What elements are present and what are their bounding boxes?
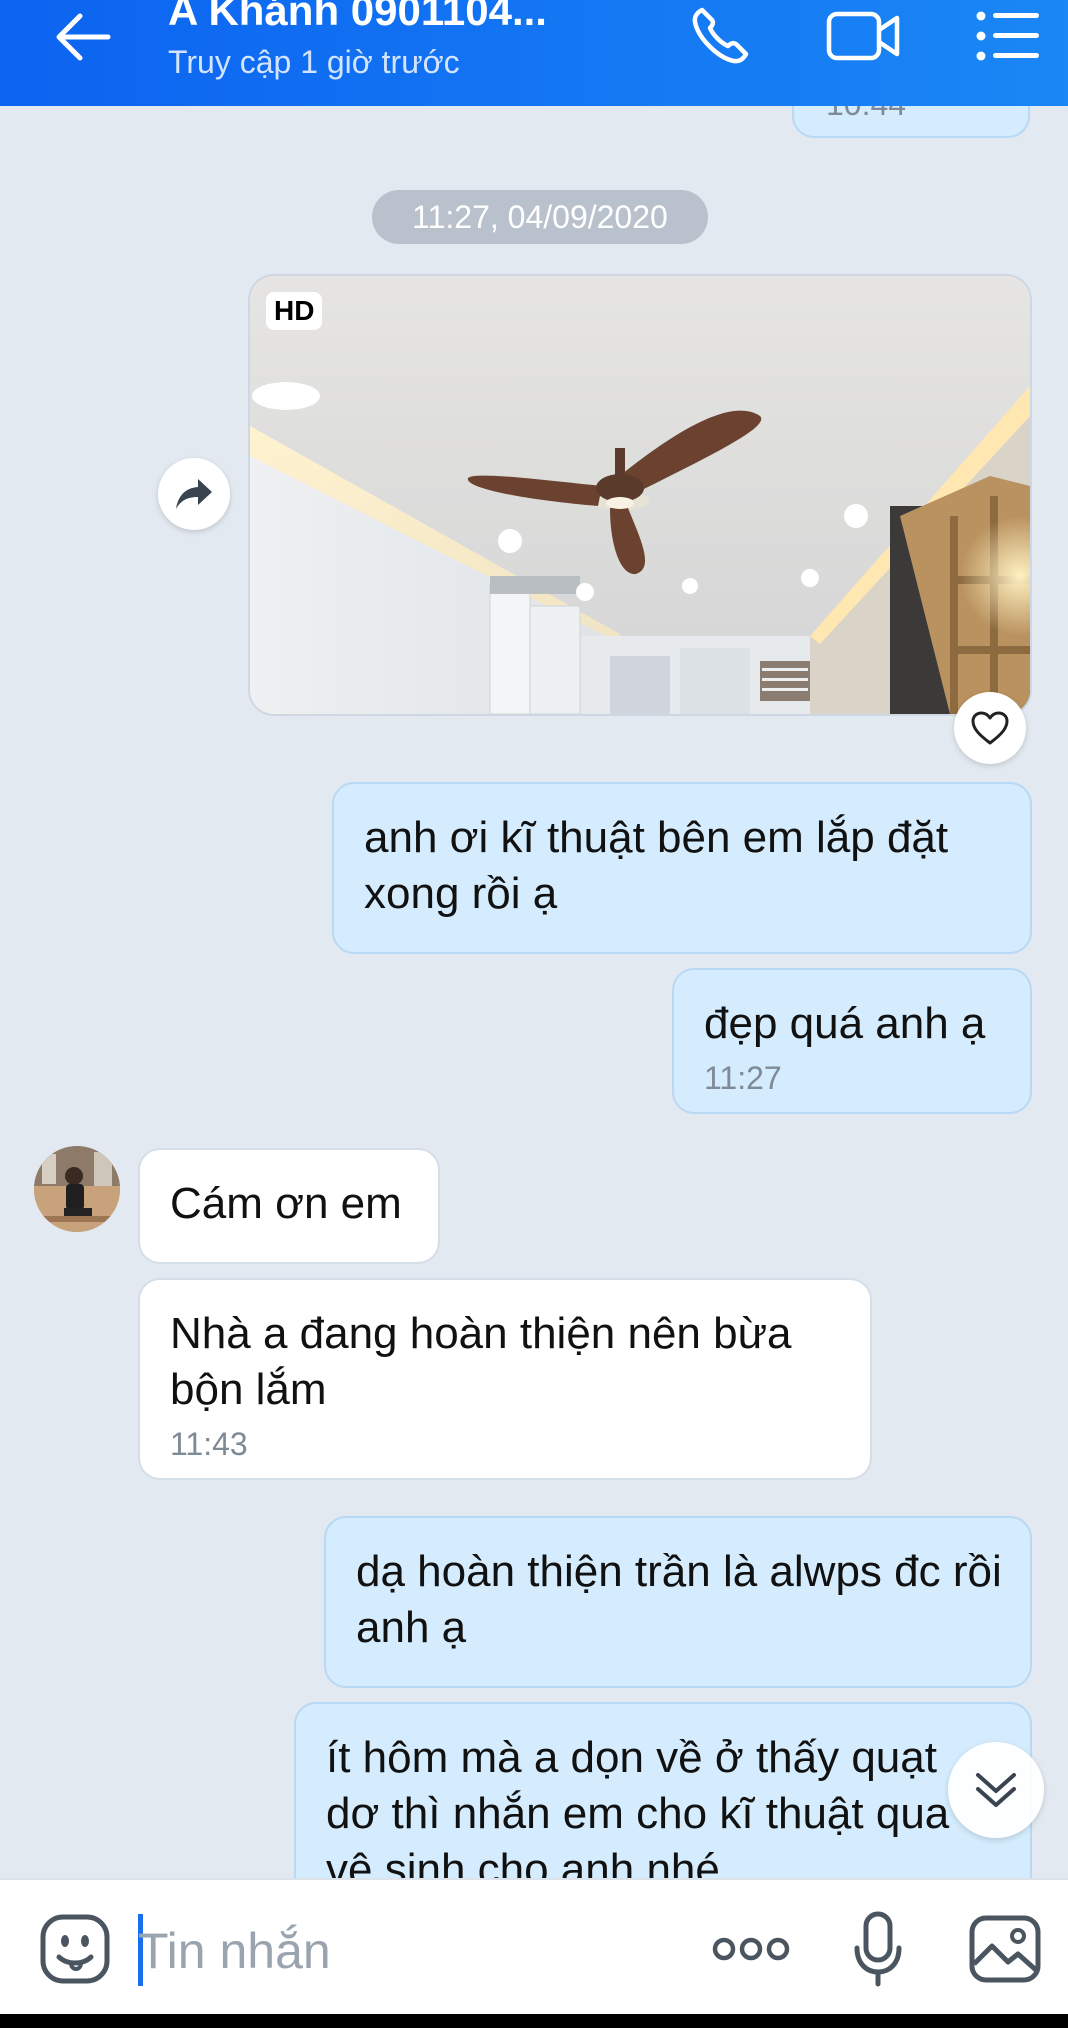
back-arrow-icon	[56, 13, 111, 61]
message-time: 11:43	[170, 1426, 248, 1462]
message-text: Nhà a đang hoàn thiện nên bừa bộn lắm	[170, 1309, 792, 1414]
video-call-icon	[826, 11, 900, 61]
ceiling-fan-photo	[250, 276, 1030, 714]
message-text: dạ hoàn thiện trần là alwps đc rồi anh ạ	[356, 1547, 1002, 1652]
contact-name[interactable]: A Khánh 0901104...	[168, 0, 547, 36]
message-text: Cám ơn em	[170, 1179, 402, 1228]
incoming-message[interactable]: Nhà a đang hoàn thiện nên bừa bộn lắm 11…	[138, 1278, 872, 1480]
date-separator: 11:27, 04/09/2020	[372, 190, 708, 244]
more-options-button[interactable]	[710, 1920, 792, 1978]
message-input-bar	[0, 1878, 1068, 2016]
chat-area[interactable]: 10:44 11:27, 04/09/2020	[0, 106, 1068, 1878]
message-time: 11:27	[704, 1060, 782, 1096]
incoming-message[interactable]: Cám ơn em	[138, 1148, 440, 1264]
hd-badge: HD	[266, 292, 323, 330]
outgoing-message[interactable]: dạ hoàn thiện trần là alwps đc rồi anh ạ	[324, 1516, 1032, 1688]
like-button[interactable]	[954, 692, 1026, 764]
chat-header: A Khánh 0901104... Truy cập 1 giờ trước	[0, 0, 1068, 106]
more-options-icon	[712, 1937, 790, 1961]
outgoing-message[interactable]: anh ơi kĩ thuật bên em lắp đặt xong rồi …	[332, 782, 1032, 954]
message-text: anh ơi kĩ thuật bên em lắp đặt xong rồi …	[364, 813, 949, 918]
double-chevron-down-icon	[976, 1773, 1016, 1807]
menu-button[interactable]	[968, 0, 1048, 72]
voice-call-button[interactable]	[680, 0, 760, 72]
outgoing-message[interactable]: đẹp quá anh ạ 11:27	[672, 968, 1032, 1114]
message-text: đẹp quá anh ạ	[704, 999, 986, 1048]
scroll-to-bottom-button[interactable]	[948, 1742, 1044, 1838]
voice-message-button[interactable]	[846, 1908, 910, 1990]
message-input[interactable]	[136, 1910, 680, 1992]
avatar[interactable]	[34, 1146, 120, 1232]
heart-icon	[971, 711, 1009, 745]
contact-status: Truy cập 1 giờ trước	[168, 44, 460, 80]
system-bottom-edge	[0, 2014, 1068, 2028]
send-image-button[interactable]	[966, 1910, 1044, 1988]
avatar-photo	[34, 1146, 120, 1232]
photo-message[interactable]: HD	[248, 274, 1032, 716]
back-button[interactable]	[46, 6, 120, 68]
phone-icon	[692, 7, 749, 64]
message-time: 10:44	[826, 106, 906, 124]
emoji-button[interactable]	[38, 1912, 112, 1986]
menu-list-icon	[976, 11, 1039, 61]
video-call-button[interactable]	[824, 0, 904, 72]
previous-message-bubble[interactable]: 10:44	[792, 106, 1030, 138]
message-text: ít hôm mà a dọn về ở thấy quạt dơ thì nh…	[326, 1733, 950, 1878]
share-arrow-icon	[176, 479, 212, 509]
forward-button[interactable]	[158, 458, 230, 530]
outgoing-message[interactable]: ít hôm mà a dọn về ở thấy quạt dơ thì nh…	[294, 1702, 1032, 1878]
image-icon	[969, 1915, 1041, 1983]
emoji-icon	[40, 1914, 110, 1984]
microphone-icon	[854, 1911, 902, 1987]
